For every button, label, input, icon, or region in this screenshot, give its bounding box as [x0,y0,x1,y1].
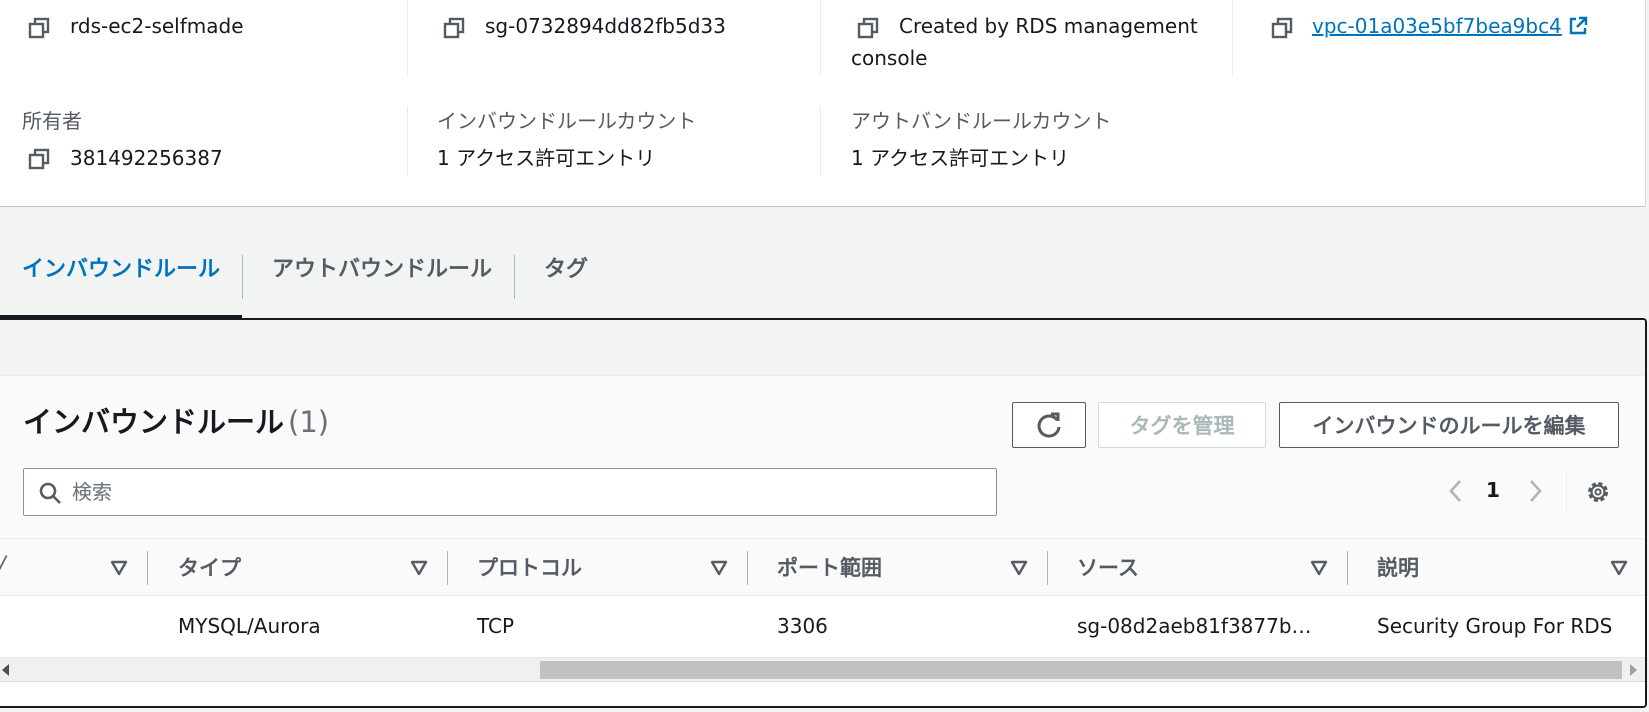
column-separator [1347,551,1348,585]
column-header-partial: ╱ [0,553,7,583]
vpc-id-link[interactable]: vpc-01a03e5bf7bea9bc4 [1312,14,1562,38]
scrollbar-thumb[interactable] [540,661,1622,679]
container-footer [0,681,1645,706]
column-header-description[interactable]: 説明 [1377,553,1419,583]
column-divider [407,106,408,176]
outbound-rule-count-value: 1 アクセス許可エントリ [851,146,1070,170]
sort-icon[interactable] [410,559,428,577]
table-count: (1) [288,405,330,439]
manage-tags-button[interactable]: タグを管理 [1098,402,1266,448]
column-separator [447,551,448,585]
horizontal-scrollbar[interactable] [0,657,1645,681]
outbound-rule-count-label: アウトバンドルールカウント [851,109,1112,133]
next-page-icon[interactable] [1523,477,1547,505]
table-title: インバウンドルール (1) [23,404,329,440]
owner-value: 381492256387 [70,146,223,170]
copy-icon[interactable] [443,17,465,39]
inbound-rules-container: インバウンドルール(1) タグを管理 インバウンドのルールを編集 1 ╱ タイプ [0,318,1647,708]
tab-outbound-rules[interactable]: アウトバウンドルール [272,255,492,285]
scroll-left-arrow-icon[interactable] [2,664,9,676]
owner-label: 所有者 [22,109,82,133]
copy-icon[interactable] [1271,17,1293,39]
sort-icon[interactable] [1010,559,1028,577]
column-header-source[interactable]: ソース [1077,553,1139,583]
search-icon [39,482,61,504]
security-group-description: Created by RDS management console [851,14,1198,70]
sort-icon[interactable] [1310,559,1328,577]
table-header-row: ╱ タイプ プロトコル ポート範囲 ソース 説明 [0,538,1645,596]
column-separator [1047,551,1048,585]
column-divider [820,106,821,176]
column-divider [820,0,821,76]
copy-icon[interactable] [28,17,50,39]
inbound-rule-count-label: インバウンドルールカウント [437,109,697,133]
column-header-port-range[interactable]: ポート範囲 [777,553,882,583]
tab-tags[interactable]: タグ [544,255,588,285]
cell-type: MYSQL/Aurora [178,614,321,638]
column-divider [407,0,408,76]
copy-icon[interactable] [28,148,50,170]
security-group-name: rds-ec2-selfmade [70,14,244,38]
refresh-button[interactable] [1012,402,1086,448]
scroll-right-arrow-icon[interactable] [1630,664,1637,676]
column-divider [1232,0,1233,76]
inbound-rule-count-value: 1 アクセス許可エントリ [437,146,656,170]
cell-description: Security Group For RDS [1377,614,1613,638]
sort-icon[interactable] [110,559,128,577]
column-separator [747,551,748,585]
security-group-id: sg-0732894dd82fb5d33 [485,14,726,38]
pagination-separator [1566,470,1567,514]
tab-inbound-rules[interactable]: インバウンドルール [22,255,220,285]
current-page-number[interactable]: 1 [1486,474,1500,506]
cell-port-range: 3306 [777,614,828,638]
column-header-type[interactable]: タイプ [178,553,241,583]
tab-separator [514,255,515,299]
security-group-details-panel: rds-ec2-selfmade sg-0732894dd82fb5d33 Cr… [0,0,1646,207]
search-box [23,468,997,516]
tab-separator [242,255,243,299]
edit-inbound-rules-button[interactable]: インバウンドのルールを編集 [1279,402,1619,448]
sort-icon[interactable] [1610,559,1628,577]
cell-protocol: TCP [477,614,515,638]
table-title-text: インバウンドルール [23,405,285,439]
vpc-id: vpc-01a03e5bf7bea9bc4 [1312,10,1588,42]
external-link-icon[interactable] [1568,16,1588,36]
sort-icon[interactable] [710,559,728,577]
cell-source: sg-08d2aeb81f3877b… [1077,614,1312,638]
gear-icon[interactable] [1585,479,1611,505]
column-header-protocol[interactable]: プロトコル [477,553,582,583]
refresh-icon [1037,412,1061,438]
container-band [0,320,1645,376]
search-input[interactable] [72,475,972,509]
column-separator [147,551,148,585]
table-row[interactable]: MYSQL/Aurora TCP 3306 sg-08d2aeb81f3877b… [0,597,1645,655]
previous-page-icon[interactable] [1444,477,1468,505]
